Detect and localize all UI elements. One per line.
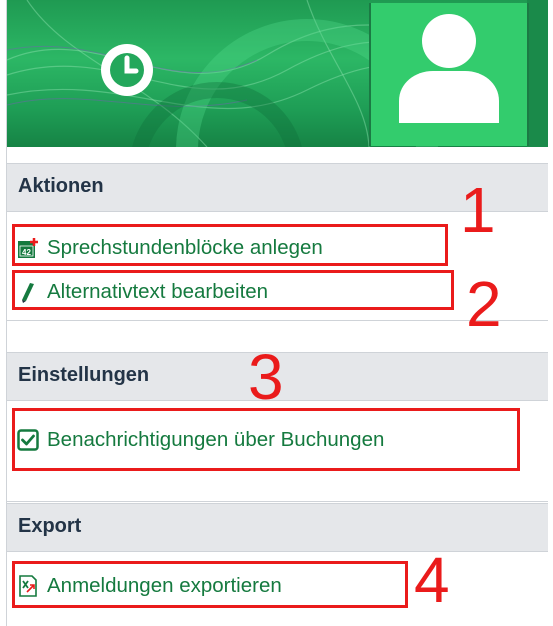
- annotation-box-1: [12, 224, 448, 266]
- person-icon: [399, 14, 499, 123]
- annotation-number-2: 2: [466, 268, 502, 340]
- annotation-box-2: [12, 270, 454, 310]
- section-header-export: Export: [7, 503, 548, 552]
- section-title: Export: [18, 515, 82, 537]
- clock-icon: [101, 44, 153, 96]
- header-banner: [7, 0, 548, 147]
- annotation-number-4: 4: [414, 544, 450, 616]
- user-avatar[interactable]: [369, 3, 529, 146]
- annotation-box-4: [12, 561, 408, 608]
- annotation-number-3: 3: [248, 341, 284, 413]
- annotation-number-1: 1: [460, 174, 496, 246]
- section-title: Einstellungen: [18, 364, 150, 386]
- sidebar-panel: Aktionen 42 Sprechstundenblöcke anlegen …: [0, 0, 553, 626]
- annotation-box-3: [12, 408, 520, 471]
- section-title: Aktionen: [18, 175, 104, 197]
